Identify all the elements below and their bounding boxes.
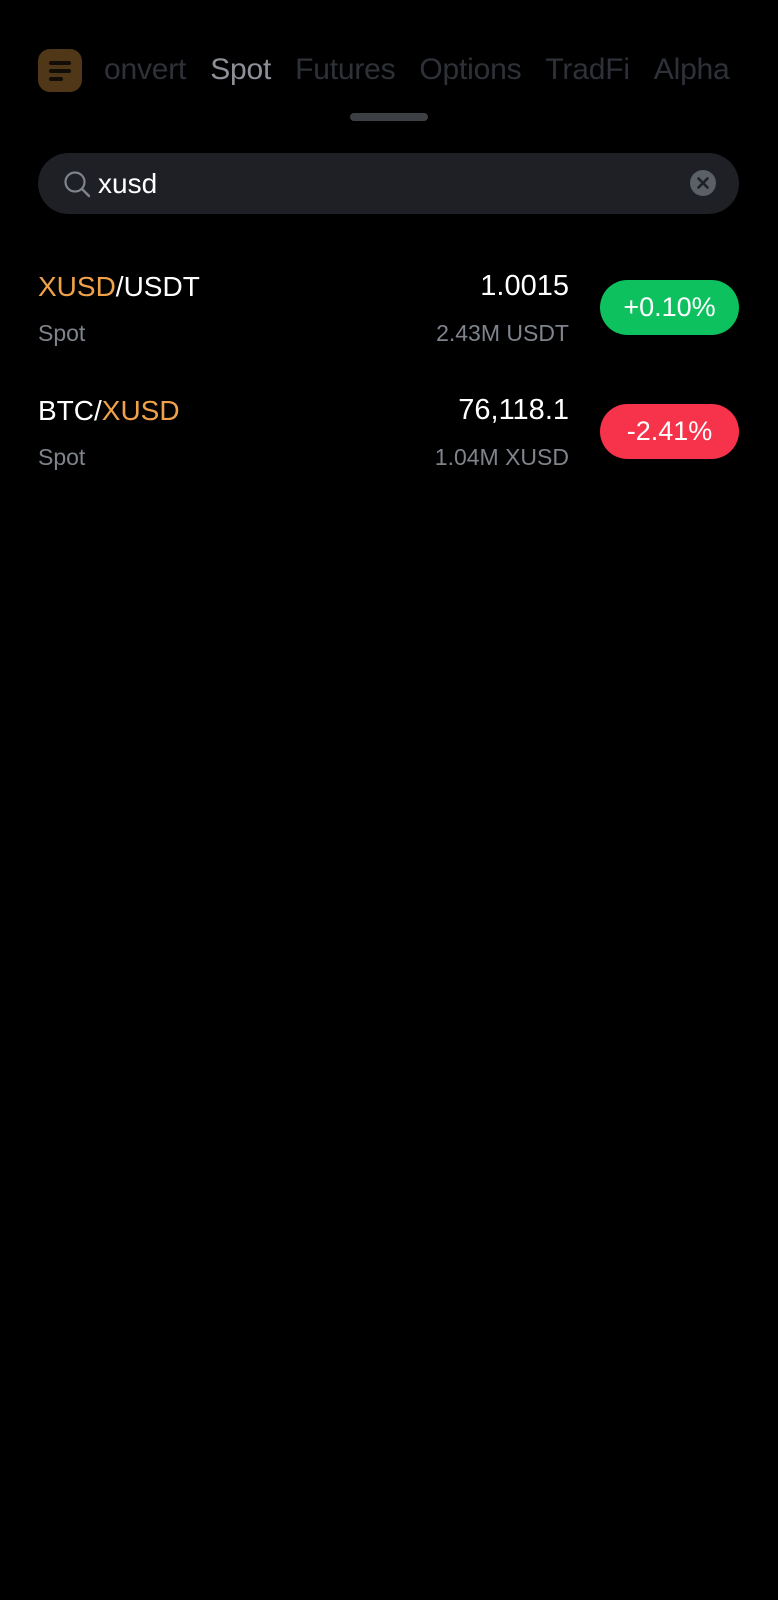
pair-separator: /	[115, 271, 124, 302]
pair-quote: XUSD	[101, 395, 180, 426]
market-type: Spot	[38, 320, 86, 346]
pair-name: XUSD/USDT	[38, 271, 200, 303]
change-badge[interactable]: -2.41%	[600, 404, 739, 459]
last-price: 76,118.1	[458, 394, 569, 426]
tab-alpha[interactable]: Alpha	[654, 53, 730, 87]
top-nav: onvert Spot Futures Options TradFi Alpha	[0, 38, 778, 102]
trade-volume: 2.43M USDT	[436, 320, 569, 346]
search-results: XUSD/USDT Spot 1.0015 2.43M USDT +0.10% …	[38, 268, 739, 516]
tab-convert[interactable]: onvert	[104, 53, 186, 87]
search-icon	[64, 171, 91, 198]
pair-name: BTC/XUSD	[38, 395, 180, 427]
last-price: 1.0015	[480, 270, 569, 302]
tab-futures[interactable]: Futures	[295, 53, 396, 87]
tab-tradfi[interactable]: TradFi	[545, 53, 630, 87]
pair-separator: /	[94, 395, 102, 426]
menu-icon[interactable]	[38, 49, 82, 92]
list-item[interactable]: BTC/XUSD Spot 76,118.1 1.04M XUSD -2.41%	[38, 392, 739, 516]
change-badge[interactable]: +0.10%	[600, 280, 739, 335]
tab-spot[interactable]: Spot	[210, 53, 271, 87]
search-bar[interactable]	[38, 153, 739, 214]
list-item[interactable]: XUSD/USDT Spot 1.0015 2.43M USDT +0.10%	[38, 268, 739, 392]
pair-base: XUSD	[38, 271, 116, 302]
search-input[interactable]	[98, 163, 658, 205]
nav-tabs: onvert Spot Futures Options TradFi Alpha	[104, 38, 754, 102]
sheet-drag-handle[interactable]	[350, 113, 428, 121]
market-type: Spot	[38, 444, 86, 470]
tab-options[interactable]: Options	[419, 53, 521, 87]
clear-icon[interactable]	[689, 169, 717, 197]
pair-base: BTC	[38, 395, 94, 426]
trade-volume: 1.04M XUSD	[434, 444, 569, 470]
pair-quote: USDT	[123, 271, 200, 302]
